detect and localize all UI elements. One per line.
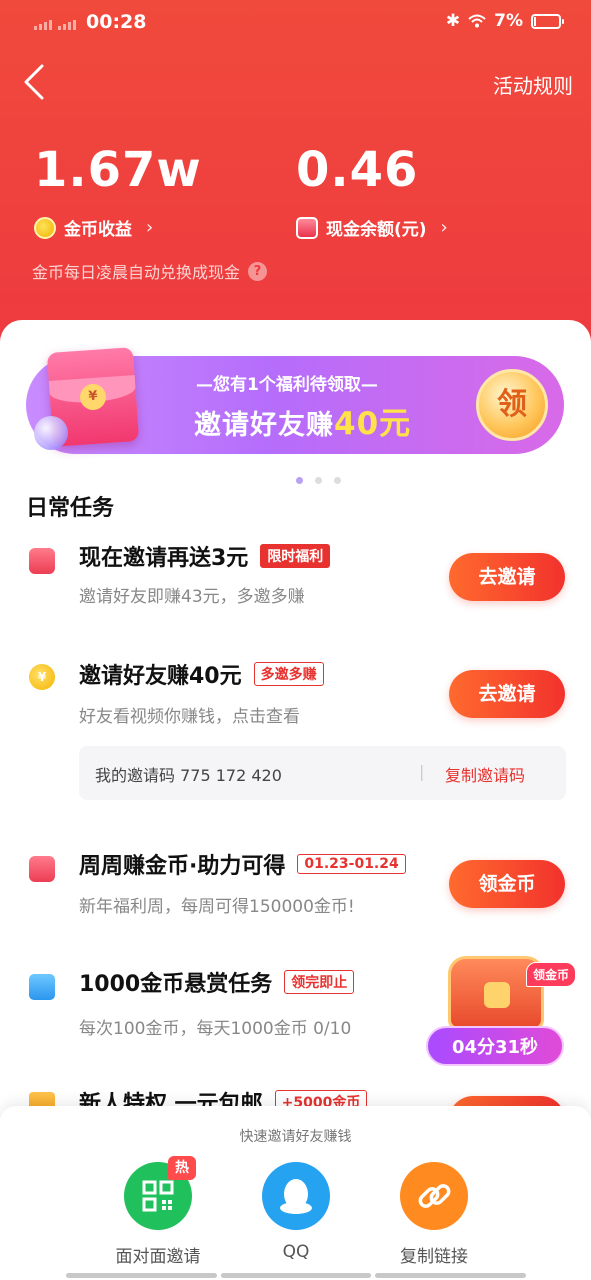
- banner-title-amount: 40元: [334, 406, 412, 442]
- claim-coins-button[interactable]: 领金币: [449, 860, 565, 908]
- daily-tasks-heading: 日常任务: [26, 496, 115, 521]
- share-label: QQ: [282, 1242, 310, 1262]
- bubble-decoration: [34, 416, 68, 450]
- task-desc: 新年福利周，每周可得150000金币!: [79, 897, 355, 917]
- carousel-dots: [296, 477, 341, 484]
- battery-percent: 7%: [494, 11, 523, 31]
- hot-badge: 热: [168, 1156, 196, 1180]
- task-title-text: 1000金币悬赏任务: [79, 972, 273, 997]
- divider: |: [419, 762, 425, 781]
- red-envelope-icon: [29, 856, 55, 882]
- carousel-dot[interactable]: [315, 477, 322, 484]
- share-face-to-face[interactable]: 热 面对面邀请: [88, 1154, 228, 1267]
- activity-rules-link[interactable]: 活动规则: [493, 70, 573, 99]
- status-bar: 00:28 ✱ 7%: [0, 8, 591, 38]
- help-icon[interactable]: ?: [248, 261, 268, 281]
- exchange-hint: 金币每日凌晨自动兑换成现金 ?: [32, 259, 268, 283]
- coin-earnings-link[interactable]: 金币收益 ›: [34, 215, 153, 240]
- task-title-text: 现在邀请再送3元: [79, 546, 249, 571]
- carousel-dot-active[interactable]: [296, 477, 303, 484]
- share-face-to-face-button[interactable]: 热: [124, 1156, 196, 1230]
- tv-icon: [29, 974, 55, 1000]
- coin-earnings: 1.67w 金币收益 ›: [34, 142, 202, 240]
- treasure-chest-widget[interactable]: 领金币 04分31秒: [426, 948, 576, 1078]
- red-envelope-icon: [29, 548, 55, 574]
- chest-lock: [484, 982, 510, 1008]
- chest-timer: 04分31秒: [426, 1026, 564, 1066]
- coin-icon: [34, 216, 56, 239]
- task-title: 邀请好友赚40元 多邀多赚: [79, 658, 324, 690]
- carousel-dot[interactable]: [334, 477, 341, 484]
- task-title-text: 邀请好友赚40元: [79, 664, 242, 689]
- task-title-text: 周周赚金币·助力可得: [79, 854, 286, 879]
- share-label: 面对面邀请: [115, 1247, 201, 1267]
- task-tag: 限时福利: [260, 544, 331, 568]
- battery-level: [534, 16, 536, 26]
- task-tag: 领完即止: [284, 970, 355, 994]
- task-title: 现在邀请再送3元 限时福利: [79, 540, 331, 572]
- task-desc: 每次100金币，每天1000金币 0/10: [79, 1019, 352, 1039]
- coin-earnings-value: 1.67w: [34, 142, 202, 198]
- task-desc[interactable]: 好友看视频你赚钱，点击查看: [79, 702, 300, 727]
- invite-button[interactable]: 去邀请: [449, 670, 565, 718]
- cash-balance-link[interactable]: 现金余额(元) ›: [296, 215, 448, 240]
- share-label: 复制链接: [400, 1247, 468, 1267]
- task-desc: 邀请好友即赚43元，多邀多赚: [79, 587, 305, 607]
- banner-title-prefix: 邀请好友赚: [194, 410, 334, 441]
- chevron-right-icon: ›: [146, 217, 154, 238]
- copy-invite-code-button[interactable]: 复制邀请码: [445, 762, 525, 786]
- banner-subtitle: —您有1个福利待领取—: [196, 375, 378, 395]
- gesture-bar: [66, 1273, 527, 1278]
- qq-penguin-icon: [280, 1179, 312, 1214]
- header-area: 00:28 ✱ 7% 活动规则 1.67w 金币收益 › 0.46 现金余额(元…: [0, 0, 591, 350]
- signal-icon: [34, 16, 80, 30]
- coin-icon: ¥: [29, 664, 55, 690]
- cash-balance: 0.46 现金余额(元) ›: [296, 142, 448, 240]
- share-copy-link-button[interactable]: [400, 1162, 468, 1230]
- status-time: 00:28: [86, 11, 147, 33]
- invite-code-label: 我的邀请码 775 172 420: [95, 766, 282, 785]
- task-tag: 多邀多赚: [253, 662, 324, 686]
- chevron-right-icon: ›: [440, 217, 448, 238]
- cash-balance-label: 现金余额(元): [326, 220, 427, 240]
- wallet-icon: [296, 216, 318, 239]
- wifi-icon: [468, 14, 486, 28]
- task-title: 1000金币悬赏任务 领完即止: [79, 966, 355, 998]
- battery-icon: [531, 13, 564, 29]
- coin-earnings-label: 金币收益: [64, 220, 132, 240]
- exchange-hint-text: 金币每日凌晨自动兑换成现金: [32, 263, 241, 282]
- envelope-seal: ¥: [79, 383, 107, 411]
- back-arrow-icon[interactable]: [22, 64, 46, 100]
- banner-title: 邀请好友赚40元: [194, 398, 411, 443]
- share-caption: 快速邀请好友赚钱: [239, 1129, 352, 1145]
- task-tag: 01.23-01.24: [297, 854, 406, 874]
- chest-badge: 领金币: [525, 962, 576, 987]
- bluetooth-icon: ✱: [445, 11, 461, 31]
- share-copy-link[interactable]: 复制链接: [364, 1154, 504, 1267]
- link-icon: [418, 1184, 451, 1208]
- task-title: 周周赚金币·助力可得 01.23-01.24: [79, 848, 406, 880]
- share-qq[interactable]: QQ: [226, 1154, 366, 1262]
- invite-button[interactable]: 去邀请: [449, 553, 565, 601]
- welfare-banner[interactable]: ¥ —您有1个福利待领取— 邀请好友赚40元 领: [26, 347, 564, 484]
- cash-balance-value: 0.46: [296, 142, 419, 198]
- share-qq-button[interactable]: [262, 1162, 330, 1230]
- claim-button[interactable]: 领: [476, 369, 548, 441]
- share-sheet: 快速邀请好友赚钱 热 面对面邀请 QQ 复制链接: [0, 1106, 591, 1280]
- invite-code-box: 我的邀请码 775 172 420 | 复制邀请码: [79, 746, 566, 800]
